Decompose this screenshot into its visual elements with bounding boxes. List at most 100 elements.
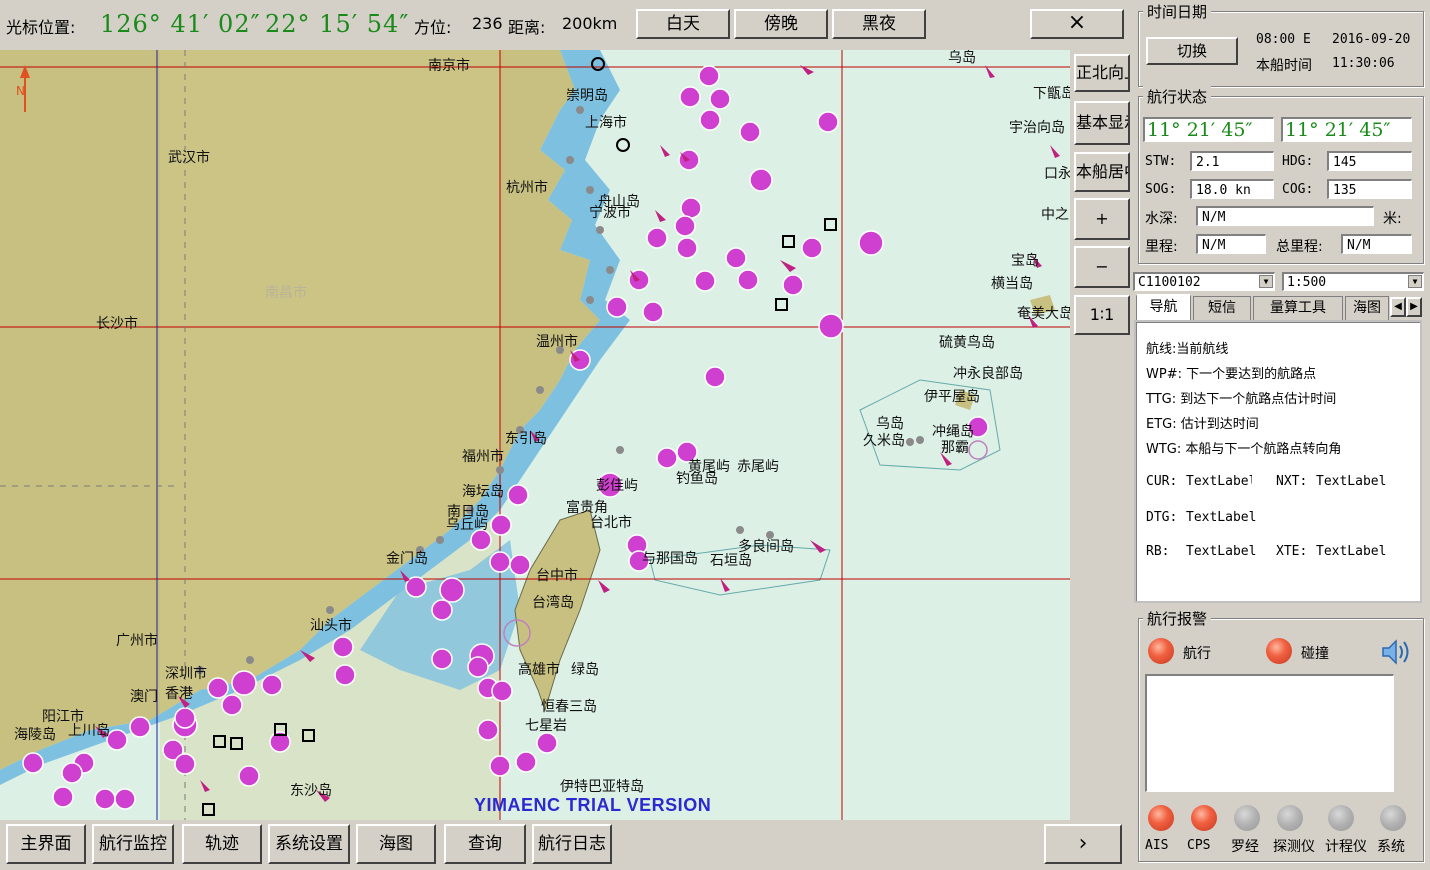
- place-label: 武汉市: [168, 150, 210, 166]
- chart-button[interactable]: 海图: [356, 824, 436, 864]
- ship-time-label: 本船时间: [1256, 58, 1312, 74]
- tab-measure-tools[interactable]: 量算工具: [1253, 296, 1343, 320]
- place-label: 乌岛: [948, 50, 976, 66]
- place-label: 澳门: [130, 689, 158, 705]
- sog-field: 18.0 kn: [1190, 179, 1274, 199]
- place-label: 久米岛: [863, 433, 905, 449]
- place-label: 那霸: [941, 440, 969, 456]
- collision-alarm-label: 碰撞: [1301, 646, 1329, 662]
- rb-value: TextLabel: [1186, 544, 1257, 559]
- query-button[interactable]: 查询: [444, 824, 526, 864]
- stw-field: 2.1: [1190, 151, 1274, 171]
- place-label: 杭州市: [506, 180, 548, 196]
- tab-chart[interactable]: 海图: [1345, 296, 1389, 320]
- place-label: 恒春三岛: [541, 699, 597, 715]
- place-label: 宝岛: [1011, 253, 1039, 269]
- basic-display-button[interactable]: 基本显示: [1074, 101, 1130, 145]
- hdg-field: 145: [1327, 151, 1412, 171]
- ship-longitude: 11° 21′ 45″: [1281, 117, 1412, 142]
- place-label: 横当岛: [991, 276, 1033, 292]
- place-label: 冲永良部岛: [953, 366, 1023, 382]
- place-label: 温州市: [536, 334, 578, 350]
- nav-monitor-button[interactable]: 航行监控: [92, 824, 174, 864]
- nxt-value: TextLabel: [1316, 474, 1387, 489]
- place-label: 金门岛: [386, 551, 428, 567]
- alarm-title: 航行报警: [1143, 608, 1212, 629]
- place-label: 乌丘屿: [446, 517, 488, 533]
- nav-log-button[interactable]: 航行日志: [532, 824, 612, 864]
- scale-select[interactable]: 1:500 ▼: [1282, 272, 1424, 291]
- bearing-value: 236: [472, 14, 503, 33]
- total-mileage-label: 总里程:: [1276, 239, 1323, 255]
- tab-scroll-left-button[interactable]: ◀: [1390, 297, 1406, 317]
- trial-watermark: YIMAENC TRIAL VERSION: [474, 795, 712, 815]
- alarm-log-box[interactable]: [1145, 674, 1394, 792]
- compass-led-icon: [1234, 805, 1260, 831]
- zoom-out-button[interactable]: −: [1074, 246, 1130, 288]
- north-label: N: [16, 84, 25, 98]
- chart-id-select[interactable]: C1100102 ▼: [1133, 272, 1275, 291]
- sensor-label: 罗经: [1231, 839, 1259, 855]
- place-label: 伊平屋岛: [924, 389, 980, 405]
- place-label: 上川岛: [68, 723, 110, 739]
- distance-value: 200km: [562, 14, 618, 33]
- zoom-in-button[interactable]: +: [1074, 198, 1130, 240]
- place-label: 南京市: [428, 58, 470, 74]
- sensor-label: 系统: [1377, 839, 1405, 855]
- bearing-label: 方位:: [414, 18, 452, 37]
- next-page-button[interactable]: ›: [1044, 824, 1122, 864]
- place-label: 香港: [165, 686, 193, 702]
- sog-label: SOG:: [1145, 182, 1177, 197]
- nav-alarm-label: 航行: [1183, 646, 1211, 662]
- mileage-label: 里程:: [1145, 239, 1178, 255]
- place-label: 高雄市: [518, 662, 560, 678]
- chevron-down-icon[interactable]: ▼: [1259, 275, 1273, 288]
- time-switch-button[interactable]: 切换: [1146, 37, 1238, 65]
- etg-text: ETG: 估计到达时间: [1146, 417, 1259, 432]
- place-label: 下甑岛: [1033, 86, 1070, 102]
- place-label: 广州市: [116, 633, 158, 649]
- sensor-label: 探测仪: [1273, 839, 1315, 855]
- tab-messages[interactable]: 短信: [1193, 296, 1251, 320]
- scale-reset-button[interactable]: 1∶1: [1074, 295, 1130, 335]
- day-mode-button[interactable]: 白天: [636, 9, 730, 39]
- place-label: 彭佳屿: [596, 478, 638, 494]
- hdg-label: HDG:: [1282, 154, 1314, 169]
- place-label: 汕头市: [310, 618, 352, 634]
- center-ship-button[interactable]: 本船居中: [1074, 152, 1130, 192]
- place-label: 海坛岛: [462, 484, 504, 500]
- system-led-icon: [1380, 805, 1406, 831]
- system-settings-button[interactable]: 系统设置: [268, 824, 350, 864]
- place-label: 赤尾屿: [737, 459, 779, 475]
- place-label: 东引岛: [505, 431, 547, 447]
- dtg-value: TextLabel: [1186, 510, 1257, 525]
- main-screen-button[interactable]: 主界面: [6, 824, 86, 864]
- top-bar: 光标位置: 126° 41′ 02″ 22° 15′ 54″ 方位: 236 距…: [0, 0, 1130, 50]
- close-button[interactable]: ×: [1030, 9, 1124, 39]
- place-label: 海陵岛: [14, 727, 56, 743]
- depth-label: 水深:: [1145, 211, 1178, 227]
- ship-time-value: 11:30:06: [1332, 56, 1395, 71]
- triangle-right-icon: ▶: [1410, 301, 1418, 312]
- tab-navigation[interactable]: 导航: [1136, 294, 1191, 320]
- depth-field: N/M: [1196, 206, 1374, 226]
- chart-id-value: C1100102: [1138, 275, 1201, 290]
- track-button[interactable]: 轨迹: [182, 824, 262, 864]
- north-up-button[interactable]: 正北向上: [1074, 54, 1130, 92]
- anchorage-circle: [968, 440, 988, 460]
- chart-view[interactable]: 南京市 崇明岛 上海市 武汉市 杭州市 舟山岛 宁波市 南昌市 长沙市 温州市 …: [0, 50, 1070, 820]
- tab-scroll-right-button[interactable]: ▶: [1406, 297, 1422, 317]
- log-led-icon: [1328, 805, 1354, 831]
- chevron-down-icon[interactable]: ▼: [1408, 275, 1422, 288]
- speaker-icon[interactable]: [1380, 637, 1412, 667]
- inland-shade: [160, 50, 500, 820]
- dtg-label: DTG:: [1146, 510, 1178, 525]
- place-label: 宁波市: [589, 205, 631, 221]
- xte-label: XTE:: [1276, 544, 1308, 559]
- place-label: 台北市: [590, 515, 632, 531]
- nav-status-title: 航行状态: [1143, 86, 1212, 107]
- night-mode-button[interactable]: 黑夜: [832, 9, 926, 39]
- cursor-longitude: 126° 41′ 02″: [100, 10, 261, 38]
- dusk-mode-button[interactable]: 傍晚: [734, 9, 828, 39]
- total-mileage-field: N/M: [1341, 234, 1412, 254]
